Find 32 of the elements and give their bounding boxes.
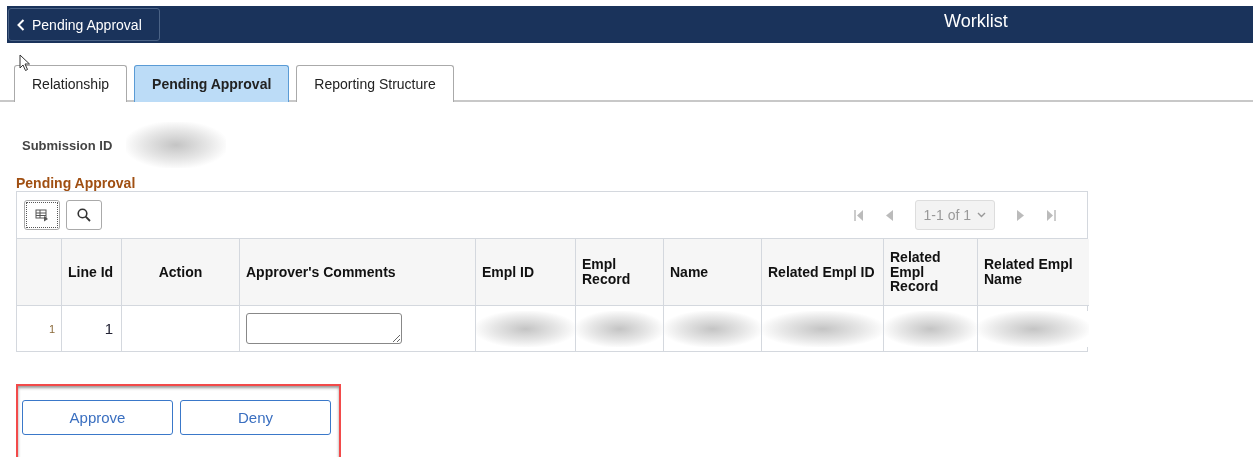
column-header: Empl ID xyxy=(482,263,535,280)
last-page-icon[interactable] xyxy=(1046,209,1056,221)
column-header: Line Id xyxy=(68,263,114,280)
field-label: Submission ID xyxy=(22,137,113,153)
back-button[interactable]: Pending Approval xyxy=(8,8,160,41)
table-cell: 1 xyxy=(104,320,113,337)
row-number: 1 xyxy=(48,322,55,335)
next-page-icon[interactable] xyxy=(1017,209,1024,221)
action-button[interactable]: Approve xyxy=(22,400,173,435)
column-header: Approver's Comments xyxy=(246,263,396,280)
chevron-left-icon xyxy=(17,18,25,31)
action-button[interactable]: Deny xyxy=(180,400,331,435)
search-icon xyxy=(77,208,91,222)
column-header: Name xyxy=(670,263,709,280)
column-header: Related Empl Name xyxy=(984,256,1073,287)
search-button[interactable] xyxy=(66,200,102,230)
column-header: Related Empl ID xyxy=(768,263,875,280)
comment-input-field[interactable] xyxy=(246,313,402,344)
tab[interactable]: Pending Approval xyxy=(134,65,290,102)
grid-view-button[interactable] xyxy=(24,200,60,230)
tab[interactable]: Relationship xyxy=(14,65,128,102)
tab[interactable]: Reporting Structure xyxy=(296,65,454,102)
section-title: Pending Approval xyxy=(16,175,137,191)
cursor-icon xyxy=(19,54,31,72)
page-title: Worklist xyxy=(944,11,1008,32)
column-header: Related Empl Record xyxy=(890,248,941,295)
column-header: Action xyxy=(158,263,203,280)
first-page-icon[interactable] xyxy=(853,209,864,221)
table-icon xyxy=(35,208,49,222)
caret-down-icon xyxy=(977,212,986,218)
previous-page-icon[interactable] xyxy=(885,209,893,221)
column-header: Empl Record xyxy=(582,256,631,287)
